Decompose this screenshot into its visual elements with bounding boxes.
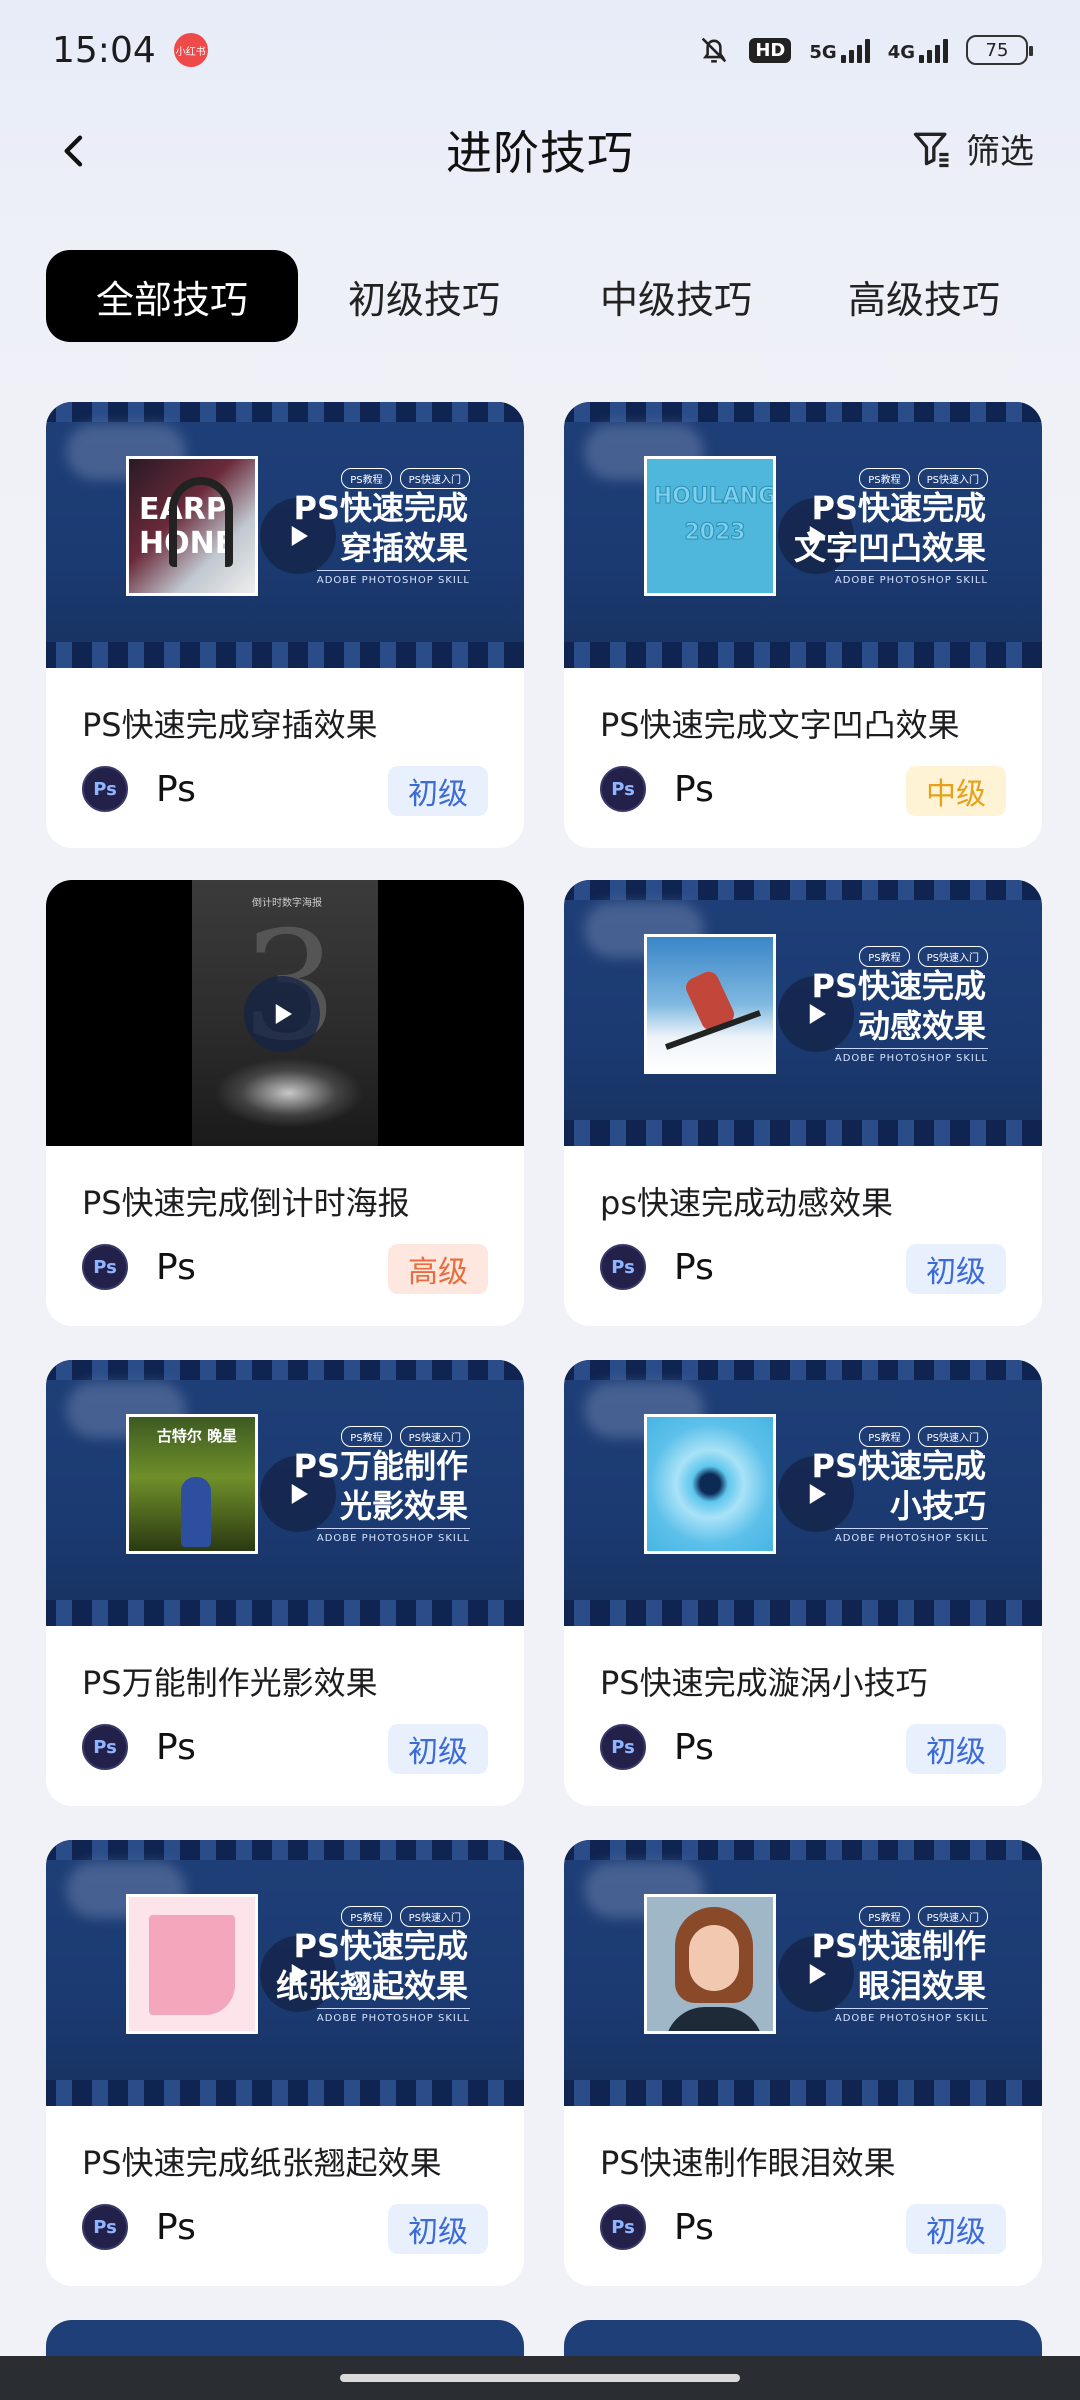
level-badge: 初级 [906, 2204, 1006, 2254]
tool-name: Ps [674, 768, 714, 810]
photoshop-icon: Ps [82, 1724, 128, 1770]
play-button[interactable] [244, 976, 320, 1052]
page-title: 进阶技巧 [446, 126, 634, 180]
course-card[interactable]: PS教程 PS快速入门 PS快速完成 纸张翘起效果 ADOBE PHOTOSHOP … [46, 1840, 524, 2286]
level-badge: 初级 [906, 1724, 1006, 1774]
thumbnail-title: PS快速完成 纸张翘起效果 [275, 1927, 468, 2005]
battery-icon: 75 [966, 35, 1033, 65]
photoshop-icon: Ps [82, 1244, 128, 1290]
course-card[interactable]: HOULANG 2023 PS教程 PS快速入门 PS快速完成 文字凹凸效果 ADO… [564, 402, 1042, 848]
course-card[interactable]: PS教程 PS快速入门 PS快速完成 动感效果 ADOBE PHOTOSHOP SK… [564, 880, 1042, 1326]
video-thumbnail: PS教程 PS快速入门 PS快速制作 眼泪效果 ADOBE PHOTOSHOP SK… [564, 1840, 1042, 2106]
tool-name: Ps [674, 1726, 714, 1768]
thumbnail-title: PS快速完成 穿插效果 [293, 489, 468, 567]
card-title: PS快速制作眼泪效果 [600, 2144, 896, 2182]
video-thumbnail: HOULANG 2023 PS教程 PS快速入门 PS快速完成 文字凹凸效果 ADO… [564, 402, 1042, 668]
system-nav-bar [0, 2356, 1080, 2400]
signal-4g-icon: 4G [888, 37, 948, 63]
video-thumbnail: 古特尔 晚星 PS教程 PS快速入门 PS万能制作 光影效果 ADOBE PHOTO… [46, 1360, 524, 1626]
card-title: ps快速完成动感效果 [600, 1184, 893, 1222]
card-title: PS快速完成纸张翘起效果 [82, 2144, 442, 2182]
level-badge: 初级 [388, 1724, 488, 1774]
filter-label: 筛选 [966, 132, 1034, 172]
top-nav: 进阶技巧 筛选 [0, 110, 1080, 190]
tool-name: Ps [156, 1246, 196, 1288]
thumbnail-photo [644, 1894, 776, 2034]
photoshop-icon: Ps [82, 2204, 128, 2250]
thumbnail-title: PS万能制作 光影效果 [293, 1447, 468, 1525]
thumbnail-photo [644, 1414, 776, 1554]
photoshop-icon: Ps [600, 1724, 646, 1770]
card-title: PS快速完成文字凹凸效果 [600, 706, 960, 744]
level-badge: 初级 [388, 766, 488, 816]
tab-beginner[interactable]: 初级技巧 [298, 250, 550, 342]
status-time: 15:04 [52, 29, 156, 71]
course-card[interactable]: PS教程 PS快速入门 PS快速完成 小技巧 ADOBE PHOTOSHOP SKI… [564, 1360, 1042, 1806]
video-thumbnail: EARP HONE PS教程 PS快速入门 PS快速完成 穿插效果 ADOBE PH… [46, 402, 524, 668]
tool-name: Ps [156, 2206, 196, 2248]
thumbnail-title: PS快速完成 小技巧 [811, 1447, 986, 1525]
thumbnail-photo: HOULANG 2023 [644, 456, 776, 596]
home-indicator[interactable] [340, 2374, 740, 2382]
back-button[interactable] [50, 126, 100, 176]
photoshop-icon: Ps [600, 2204, 646, 2250]
level-badge: 高级 [388, 1244, 488, 1294]
filter-icon [913, 132, 949, 167]
mute-bell-icon [702, 37, 727, 63]
video-thumbnail: PS教程 PS快速入门 PS快速完成 纸张翘起效果 ADOBE PHOTOSHOP … [46, 1840, 524, 2106]
thumbnail-title: PS快速完成 文字凹凸效果 [793, 489, 986, 567]
tool-name: Ps [156, 768, 196, 810]
play-icon [275, 1004, 292, 1024]
course-card[interactable]: EARP HONE PS教程 PS快速入门 PS快速完成 穿插效果 ADOBE PH… [46, 402, 524, 848]
tab-all[interactable]: 全部技巧 [46, 250, 298, 342]
video-thumbnail: PS教程 PS快速入门 PS快速完成 小技巧 ADOBE PHOTOSHOP SKI… [564, 1360, 1042, 1626]
level-badge: 中级 [906, 766, 1006, 816]
status-bar: 15:04 小红书 HD 5G 4G 75 [0, 0, 1080, 100]
tool-name: Ps [674, 1246, 714, 1288]
tab-intermediate[interactable]: 中级技巧 [550, 250, 802, 342]
filter-button[interactable]: 筛选 [910, 124, 1034, 173]
tool-name: Ps [156, 1726, 196, 1768]
level-badge: 初级 [906, 1244, 1006, 1294]
tool-name: Ps [674, 2206, 714, 2248]
signal-5g-icon: 5G [809, 37, 870, 63]
thumbnail-title: PS快速完成 动感效果 [811, 967, 986, 1045]
card-title: PS万能制作光影效果 [82, 1664, 378, 1702]
thumbnail-photo: 古特尔 晚星 [126, 1414, 258, 1554]
photoshop-icon: Ps [82, 766, 128, 812]
tab-advanced[interactable]: 高级技巧 [802, 250, 1046, 342]
card-title: PS快速完成穿插效果 [82, 706, 378, 744]
level-tabs: 全部技巧 初级技巧 中级技巧 高级技巧 [46, 250, 1046, 342]
course-card[interactable]: 古特尔 晚星 PS教程 PS快速入门 PS万能制作 光影效果 ADOBE PHOTO… [46, 1360, 524, 1806]
status-icons: HD 5G 4G 75 [697, 33, 1033, 67]
hd-badge: HD [749, 37, 792, 63]
video-thumbnail: 倒计时数字海报 3 [46, 880, 524, 1146]
card-title: PS快速完成漩涡小技巧 [600, 1664, 928, 1702]
level-badge: 初级 [388, 2204, 488, 2254]
photoshop-icon: Ps [600, 766, 646, 812]
thumbnail-photo [126, 1894, 258, 2034]
chevron-left-icon [64, 135, 83, 167]
course-card[interactable]: PS教程 PS快速入门 PS快速制作 眼泪效果 ADOBE PHOTOSHOP SK… [564, 1840, 1042, 2286]
video-thumbnail: PS教程 PS快速入门 PS快速完成 动感效果 ADOBE PHOTOSHOP SK… [564, 880, 1042, 1146]
thumbnail-photo: EARP HONE [126, 456, 258, 596]
thumbnail-title: PS快速制作 眼泪效果 [811, 1927, 986, 2005]
card-title: PS快速完成倒计时海报 [82, 1184, 410, 1222]
app-notification-icon: 小红书 [173, 33, 208, 67]
thumbnail-photo [644, 934, 776, 1074]
course-card[interactable]: 倒计时数字海报 3 PS快速完成倒计时海报 Ps Ps 高级 [46, 880, 524, 1326]
photoshop-icon: Ps [600, 1244, 646, 1290]
